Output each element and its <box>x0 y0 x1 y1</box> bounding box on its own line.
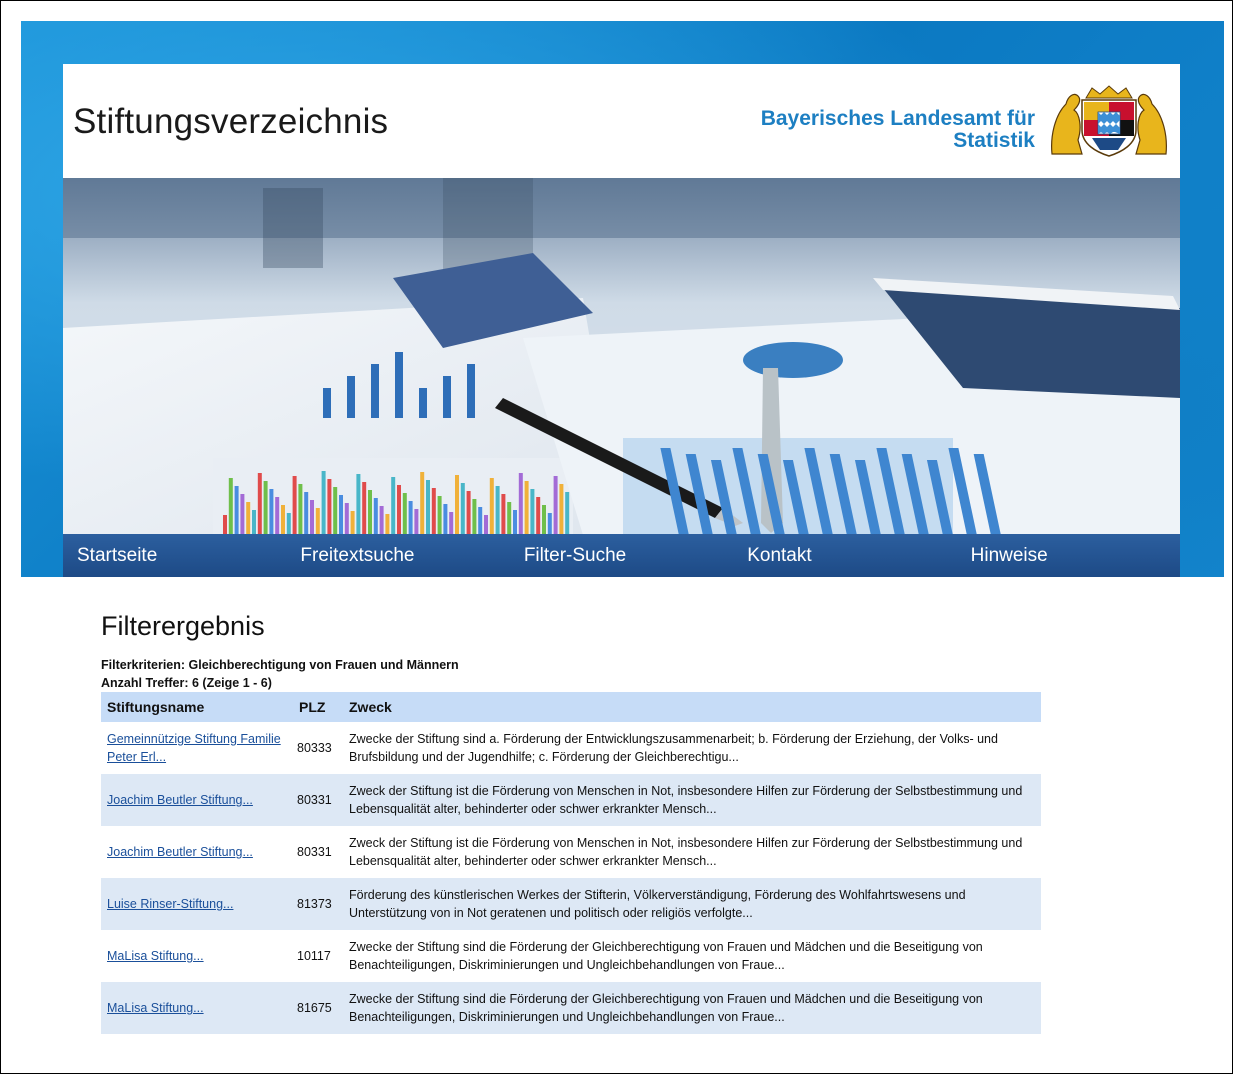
nav-filter-suche[interactable]: Filter-Suche <box>510 534 733 577</box>
cell-plz: 80333 <box>297 741 332 755</box>
cell-zweck: Förderung des künstlerischen Werkes der … <box>343 878 1041 930</box>
cell-plz: 81675 <box>293 982 343 1034</box>
header: Stiftungsverzeichnis Bayerisches Landesa… <box>63 64 1180 178</box>
page-banner: Stiftungsverzeichnis Bayerisches Landesa… <box>21 21 1224 577</box>
nav-startseite[interactable]: Startseite <box>63 534 286 577</box>
cell-plz: 81373 <box>293 878 343 930</box>
column-header-plz[interactable]: PLZ <box>293 692 343 722</box>
cell-stiftungsname: MaLisa Stiftung... <box>101 982 293 1034</box>
cell-stiftungsname: MaLisa Stiftung... <box>101 930 293 982</box>
agency-line-2: Statistik <box>953 129 1035 152</box>
cell-plz: 80331 <box>293 774 343 826</box>
table-header-row: Stiftungsname PLZ Zweck <box>101 692 1041 722</box>
table-row: Gemeinnützige Stiftung Familie Peter Erl… <box>101 722 1041 774</box>
stiftung-link[interactable]: Luise Rinser-Stiftung... <box>107 897 233 911</box>
stiftung-link[interactable]: Joachim Beutler Stiftung... <box>107 845 253 859</box>
column-header-zweck[interactable]: Zweck <box>343 692 1041 722</box>
agency-name[interactable]: Bayerisches Landesamt für Statistik <box>761 108 1035 152</box>
table-row: MaLisa Stiftung... 10117 Zwecke der Stiftu… <box>101 930 1041 982</box>
cell-plz: 80331 <box>297 845 332 859</box>
site-title: Stiftungsverzeichnis <box>73 102 389 141</box>
hit-count: Anzahl Treffer: 6 (Zeige 1 - 6) <box>101 676 272 690</box>
filter-criteria: Filterkriterien: Gleichberechtigung von … <box>101 658 459 672</box>
nav-freitextsuche[interactable]: Freitextsuche <box>286 534 509 577</box>
cell-zweck: Zweck der Stiftung ist die Förderung von… <box>349 836 1023 868</box>
hero-image <box>63 178 1180 535</box>
cell-stiftungsname: Joachim Beutler Stiftung... <box>101 774 293 826</box>
cell-zweck: Zwecke der Stiftung sind die Förderung d… <box>349 940 983 972</box>
coat-of-arms-icon[interactable] <box>1048 84 1170 158</box>
nav-hinweise[interactable]: Hinweise <box>957 534 1180 577</box>
agency-line-1: Bayerisches Landesamt für <box>760 107 1035 130</box>
stiftung-link[interactable]: MaLisa Stiftung... <box>107 1001 204 1015</box>
stiftung-link[interactable]: Joachim Beutler Stiftung... <box>107 793 253 807</box>
cell-plz: 10117 <box>297 949 331 963</box>
stiftung-link[interactable]: MaLisa Stiftung... <box>107 949 204 963</box>
table-row: Joachim Beutler Stiftung... 80331 Zweck de… <box>101 774 1041 826</box>
nav-kontakt[interactable]: Kontakt <box>733 534 956 577</box>
cell-zweck: Zwecke der Stiftung sind a. Förderung de… <box>349 732 998 764</box>
stiftung-link[interactable]: Gemeinnützige Stiftung Familie Peter Erl… <box>107 732 281 764</box>
page-frame: Stiftungsverzeichnis Bayerisches Landesa… <box>0 0 1233 1074</box>
table-row: Luise Rinser-Stiftung... 81373 Förderung d… <box>101 878 1041 930</box>
cell-zweck: Zwecke der Stiftung sind die Förderung d… <box>343 982 1041 1034</box>
main-content: Filterergebnis Filterkriterien: Gleichbe… <box>101 611 1041 1034</box>
results-table: Stiftungsname PLZ Zweck Gemeinnützige St… <box>101 692 1041 1034</box>
cell-stiftungsname: Luise Rinser-Stiftung... <box>101 878 293 930</box>
table-row: Joachim Beutler Stiftung... 80331 Zweck de… <box>101 826 1041 878</box>
table-row: MaLisa Stiftung... 81675 Zwecke der Stiftu… <box>101 982 1041 1034</box>
cell-stiftungsname: Gemeinnützige Stiftung Familie Peter Erl… <box>101 722 293 774</box>
cell-stiftungsname: Joachim Beutler Stiftung... <box>101 826 293 878</box>
cell-zweck: Zweck der Stiftung ist die Förderung von… <box>343 774 1041 826</box>
column-header-stiftungsname[interactable]: Stiftungsname <box>101 692 293 722</box>
page-title: Filterergebnis <box>101 611 265 641</box>
main-nav: Startseite Freitextsuche Filter-Suche Ko… <box>63 534 1180 577</box>
